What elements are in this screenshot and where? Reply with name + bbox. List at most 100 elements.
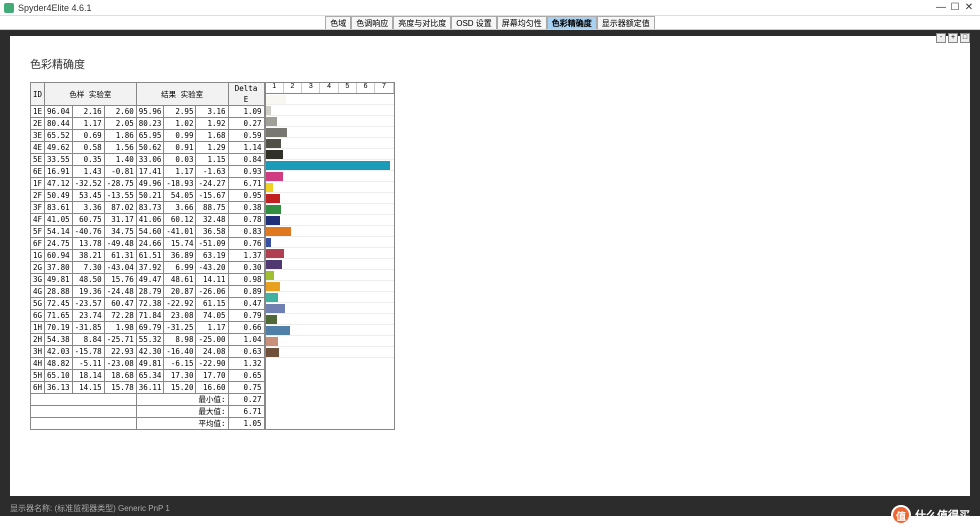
zoom-in-icon[interactable]: + bbox=[948, 33, 958, 43]
table-row: 3F83.613.3687.0283.733.6688.750.38 bbox=[31, 202, 265, 214]
bar-row bbox=[266, 248, 394, 259]
table-row: 5G72.45-23.5760.4772.38-22.9261.150.47 bbox=[31, 298, 265, 310]
maximize-button[interactable]: ☐ bbox=[948, 2, 962, 13]
bar bbox=[266, 106, 271, 115]
bar bbox=[266, 238, 272, 247]
title-bar: Spyder4Elite 4.6.1 — ☐ ✕ bbox=[0, 0, 980, 16]
bar bbox=[266, 161, 391, 170]
bar bbox=[266, 172, 284, 181]
table-row: 4E49.620.581.5650.620.911.291.14 bbox=[31, 142, 265, 154]
tab-4[interactable]: 屏幕均匀性 bbox=[497, 16, 547, 29]
bar-row bbox=[266, 303, 394, 314]
bar bbox=[266, 260, 283, 269]
table-row: 5H65.1018.1418.6865.3417.3017.700.65 bbox=[31, 370, 265, 382]
minimize-button[interactable]: — bbox=[934, 2, 948, 13]
bar-row bbox=[266, 204, 394, 215]
summary-row: 平均值:1.05 bbox=[31, 418, 265, 430]
bar bbox=[266, 117, 277, 126]
bar-row bbox=[266, 259, 394, 270]
column-header: ID bbox=[31, 83, 45, 106]
table-row: 4F41.0560.7531.1741.0660.1232.480.78 bbox=[31, 214, 265, 226]
bar-chart: 1234567 bbox=[265, 82, 395, 430]
close-button[interactable]: ✕ bbox=[962, 2, 976, 13]
bar bbox=[266, 194, 280, 203]
bar-row bbox=[266, 237, 394, 248]
column-header: 结果 实验室 bbox=[136, 83, 228, 106]
bar-scale: 1234567 bbox=[266, 83, 394, 94]
bar-row bbox=[266, 160, 394, 171]
bar-row bbox=[266, 171, 394, 182]
table-row: 1H70.19-31.851.9869.79-31.251.170.66 bbox=[31, 322, 265, 334]
bar bbox=[266, 227, 291, 236]
bar-row bbox=[266, 314, 394, 325]
table-row: 1F47.12-32.52-28.7549.96-18.93-24.276.71 bbox=[31, 178, 265, 190]
content-wrapper: - + □ 色彩精确度 ID色样 实验室结果 实验室Delta E 1E96.0… bbox=[0, 30, 980, 516]
report-page: 色彩精确度 ID色样 实验室结果 实验室Delta E 1E96.042.162… bbox=[10, 36, 970, 496]
bar-row bbox=[266, 270, 394, 281]
tab-1[interactable]: 色调响应 bbox=[351, 16, 393, 29]
bar bbox=[266, 293, 278, 302]
bar bbox=[266, 128, 287, 137]
tab-6[interactable]: 显示器额定值 bbox=[597, 16, 655, 29]
bar bbox=[266, 95, 286, 104]
table-row: 3E65.520.691.8665.950.991.680.59 bbox=[31, 130, 265, 142]
tab-0[interactable]: 色域 bbox=[325, 16, 351, 29]
tab-5[interactable]: 色彩精确度 bbox=[547, 16, 597, 29]
bar-row bbox=[266, 116, 394, 127]
status-bar: 显示器名称: (标准监视器类型) Generic PnP 1 bbox=[0, 501, 980, 516]
app-icon bbox=[4, 3, 14, 13]
bar-row bbox=[266, 105, 394, 116]
table-row: 1G60.9438.2161.3161.5136.8963.191.37 bbox=[31, 250, 265, 262]
table-row: 6E16.911.43-0.8117.411.17-1.630.93 bbox=[31, 166, 265, 178]
table-row: 5E33.550.351.4033.060.031.150.84 bbox=[31, 154, 265, 166]
column-header: 色样 实验室 bbox=[45, 83, 137, 106]
bar bbox=[266, 249, 284, 258]
bar-row bbox=[266, 94, 394, 105]
table-row: 1E96.042.162.6095.962.953.161.09 bbox=[31, 106, 265, 118]
bar bbox=[266, 205, 281, 214]
table-row: 5F54.14-40.7634.7554.60-41.0136.580.83 bbox=[31, 226, 265, 238]
table-row: 2H54.388.84-25.7155.328.98-25.001.04 bbox=[31, 334, 265, 346]
table-row: 2F50.4953.45-13.5550.2154.05-15.670.95 bbox=[31, 190, 265, 202]
app-title: Spyder4Elite 4.6.1 bbox=[18, 3, 92, 13]
table-row: 6H36.1314.1515.7836.1115.2016.600.75 bbox=[31, 382, 265, 394]
bar-row bbox=[266, 325, 394, 336]
bar bbox=[266, 150, 283, 159]
bar bbox=[266, 271, 275, 280]
bar-row bbox=[266, 193, 394, 204]
table-row: 2E80.441.172.0580.231.021.920.27 bbox=[31, 118, 265, 130]
bar bbox=[266, 304, 285, 313]
watermark-text: 什么值得买 bbox=[915, 507, 970, 523]
tab-2[interactable]: 亮度与对比度 bbox=[393, 16, 451, 29]
zoom-out-icon[interactable]: - bbox=[936, 33, 946, 43]
bar bbox=[266, 183, 273, 192]
fit-icon[interactable]: □ bbox=[960, 33, 970, 43]
table-row: 6F24.7513.78-49.4824.6615.74-51.090.76 bbox=[31, 238, 265, 250]
bar bbox=[266, 315, 278, 324]
summary-row: 最大值:6.71 bbox=[31, 406, 265, 418]
watermark: 值 什么值得买 bbox=[891, 505, 970, 525]
column-header: Delta E bbox=[228, 83, 264, 106]
table-row: 6G71.6523.7472.2871.8423.0874.050.79 bbox=[31, 310, 265, 322]
bar bbox=[266, 326, 291, 335]
bar-row bbox=[266, 138, 394, 149]
bar bbox=[266, 139, 282, 148]
page-title: 色彩精确度 bbox=[30, 56, 950, 72]
summary-row: 最小值:0.27 bbox=[31, 394, 265, 406]
bar-row bbox=[266, 336, 394, 347]
table-row: 3G49.8148.5015.7649.4748.6114.110.98 bbox=[31, 274, 265, 286]
color-accuracy-table: ID色样 实验室结果 实验室Delta E 1E96.042.162.6095.… bbox=[30, 82, 265, 430]
table-row: 2G37.807.30-43.0437.926.99-43.200.30 bbox=[31, 262, 265, 274]
toolbar: - + □ bbox=[936, 33, 970, 43]
table-row: 4G28.8819.36-24.4828.7920.87-26.060.89 bbox=[31, 286, 265, 298]
bar-row bbox=[266, 149, 394, 160]
bar bbox=[266, 282, 281, 291]
bar-row bbox=[266, 281, 394, 292]
bar-row bbox=[266, 292, 394, 303]
bar bbox=[266, 348, 280, 357]
bar-row bbox=[266, 127, 394, 138]
bar bbox=[266, 337, 278, 346]
table-row: 4H48.82-5.11-23.0849.81-6.15-22.901.32 bbox=[31, 358, 265, 370]
table-row: 3H42.03-15.7822.9342.30-16.4024.080.63 bbox=[31, 346, 265, 358]
tab-3[interactable]: OSD 设置 bbox=[451, 16, 497, 29]
